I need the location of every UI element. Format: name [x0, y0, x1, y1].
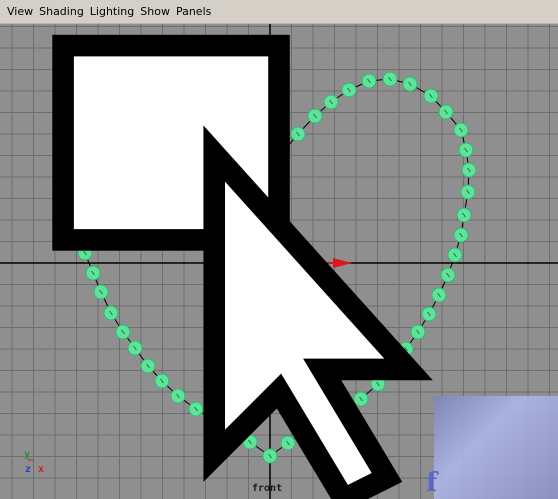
menu-lighting[interactable]: Lighting: [87, 2, 137, 22]
panel-menubar: View Shading Lighting Show Panels: [0, 0, 558, 24]
maya-viewport-window: View Shading Lighting Show Panels y z x …: [0, 0, 558, 499]
watermark-glyph: f: [426, 468, 438, 498]
front-viewport[interactable]: y z x front f: [0, 24, 558, 499]
menu-view[interactable]: View: [4, 2, 36, 22]
menu-shading[interactable]: Shading: [36, 2, 87, 22]
menu-panels[interactable]: Panels: [173, 2, 214, 22]
menu-show[interactable]: Show: [137, 2, 173, 22]
watermark-overlay: [434, 396, 558, 499]
